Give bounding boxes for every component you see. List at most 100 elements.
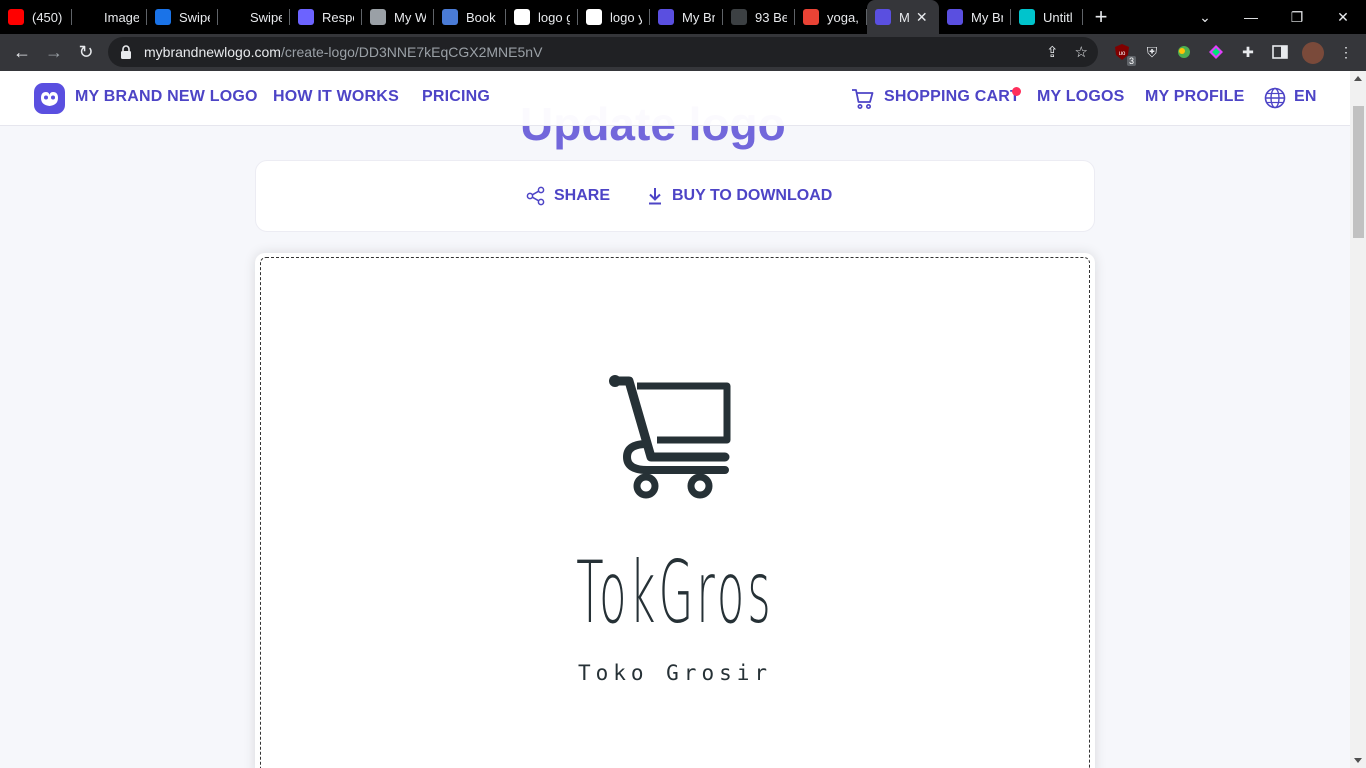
extensions-puzzle-icon[interactable]: ✚ (1238, 42, 1258, 62)
nav-language[interactable]: EN (1294, 88, 1317, 106)
cl-icon (298, 9, 314, 25)
canvas-border (260, 257, 1090, 768)
logo-action-bar: SHARE BUY TO DOWNLOAD (255, 160, 1095, 232)
browser-tab[interactable]: Respo (290, 0, 362, 34)
nav-my-profile[interactable]: MY PROFILE (1145, 88, 1245, 106)
tab-search-icon[interactable]: ⌄ (1182, 0, 1228, 34)
colorful-extension-icon[interactable] (1174, 42, 1194, 62)
tab-title: My W (394, 9, 426, 25)
tab-title: Untitl (1043, 9, 1073, 25)
browser-tab[interactable]: M ✕ (867, 0, 939, 34)
logo-canvas[interactable]: TokGros Toko Grosir (255, 253, 1095, 768)
tab-title: M (899, 9, 910, 25)
side-panel-icon[interactable] (1270, 42, 1290, 62)
youtube-icon (8, 9, 24, 25)
browser-tab[interactable]: My Br (939, 0, 1011, 34)
google-icon (514, 9, 530, 25)
mybrandnewlogo-icon (875, 9, 891, 25)
gear-icon (442, 9, 458, 25)
browser-tab-strip: (450) I Image Swipe Swipe Respo My W Book logo … (0, 0, 1366, 34)
svg-text:uo: uo (1119, 51, 1126, 57)
scrollbar-thumb[interactable] (1353, 106, 1364, 238)
ublock-extension-icon[interactable]: uo 3 (1112, 42, 1136, 66)
browser-tab[interactable]: Book (434, 0, 506, 34)
tab-title: My Br (971, 9, 1003, 25)
brand-logo-icon[interactable] (34, 83, 65, 114)
buy-to-download-label: BUY TO DOWNLOAD (672, 187, 833, 204)
browser-tab[interactable]: Image (72, 0, 147, 34)
browser-tab[interactable]: My W (362, 0, 434, 34)
browser-tab[interactable]: 93 Be (723, 0, 795, 34)
colorpicker-extension-icon[interactable] (1206, 42, 1226, 62)
scroll-up-icon[interactable] (1354, 76, 1362, 81)
restore-icon[interactable]: ❐ (1274, 0, 1320, 34)
browser-tab[interactable]: My Br (650, 0, 723, 34)
share-page-icon[interactable]: ⇪ (1046, 43, 1059, 61)
browser-tab[interactable]: Untitl (1011, 0, 1083, 34)
gmail-icon (803, 9, 819, 25)
forward-icon[interactable]: → (38, 36, 70, 68)
bookmark-star-icon[interactable]: ☆ (1075, 43, 1088, 61)
share-button[interactable]: SHARE (526, 186, 610, 206)
blank-icon (80, 9, 96, 25)
tab-title: Swipe (179, 9, 210, 25)
tab-title: Respo (322, 9, 354, 25)
nav-shopping-cart[interactable]: SHOPPING CART (884, 88, 1020, 106)
minimize-icon[interactable]: — (1228, 0, 1274, 34)
browser-tab[interactable]: logo y (578, 0, 650, 34)
globe-icon (370, 9, 386, 25)
tab-separator (1082, 9, 1083, 25)
shopping-cart-icon[interactable] (851, 87, 875, 111)
swiper-icon (155, 9, 171, 25)
tab-title: logo y (610, 9, 642, 25)
square-icon (226, 9, 242, 25)
page-scrollbar[interactable] (1350, 71, 1366, 768)
nav-pricing[interactable]: PRICING (422, 88, 490, 106)
tab-title: Book (466, 9, 496, 25)
tab-title: (450) I (32, 9, 64, 25)
site-navbar: MY BRAND NEW LOGO HOW IT WORKS PRICING S… (0, 71, 1350, 126)
extension-badge: 3 (1126, 56, 1136, 66)
mybrandnewlogo-icon (947, 9, 963, 25)
tab-title: 93 Be (755, 9, 787, 25)
mybrandnewlogo-icon (658, 9, 674, 25)
image-icon (731, 9, 747, 25)
nav-my-logos[interactable]: MY LOGOS (1037, 88, 1125, 106)
cart-notification-dot (1012, 87, 1021, 96)
tab-title: Image (104, 9, 139, 25)
logo-brand-name: TokGros (576, 543, 774, 643)
browser-toolbar: ← → ↻ mybrandnewlogo.com/create-logo/DD3… (0, 34, 1366, 71)
nav-brand-link[interactable]: MY BRAND NEW LOGO (75, 88, 258, 106)
tab-title: yoga, (827, 9, 859, 25)
close-tab-icon[interactable]: ✕ (916, 9, 928, 26)
back-icon[interactable]: ← (6, 36, 38, 68)
browser-tab[interactable]: logo g (506, 0, 578, 34)
browser-tab[interactable]: Swipe (147, 0, 218, 34)
download-icon (649, 188, 661, 205)
nav-how-it-works[interactable]: HOW IT WORKS (273, 88, 399, 106)
chrome-menu-icon[interactable]: ⋮ (1336, 42, 1356, 62)
tab-title: My Br (682, 9, 715, 25)
lock-icon (121, 45, 131, 59)
profile-avatar[interactable] (1302, 42, 1324, 64)
shield-extension-icon[interactable]: ⛨ (1142, 42, 1162, 62)
browser-tab[interactable]: Swipe (218, 0, 290, 34)
google-icon (586, 9, 602, 25)
tab-title: logo g (538, 9, 570, 25)
tab-title: Swipe (250, 9, 282, 25)
new-tab-icon[interactable]: + (1083, 0, 1119, 34)
shopping-cart-icon (609, 375, 731, 499)
close-window-icon[interactable]: ✕ (1320, 0, 1366, 34)
web-page: Update logo MY BRAND NEW LOGO HOW IT WOR… (0, 71, 1366, 768)
share-icon (526, 186, 545, 206)
share-label: SHARE (554, 187, 611, 204)
reload-icon[interactable]: ↻ (70, 36, 102, 68)
buy-to-download-button[interactable]: BUY TO DOWNLOAD (646, 186, 832, 206)
scroll-down-icon[interactable] (1354, 758, 1362, 763)
browser-tab[interactable]: (450) I (0, 0, 72, 34)
globe-icon[interactable] (1264, 87, 1286, 109)
browser-tab[interactable]: yoga, (795, 0, 867, 34)
canva-icon (1019, 9, 1035, 25)
logo-tagline: Toko Grosir (577, 661, 773, 685)
address-bar[interactable]: mybrandnewlogo.com/create-logo/DD3NNE7kE… (108, 37, 1098, 67)
